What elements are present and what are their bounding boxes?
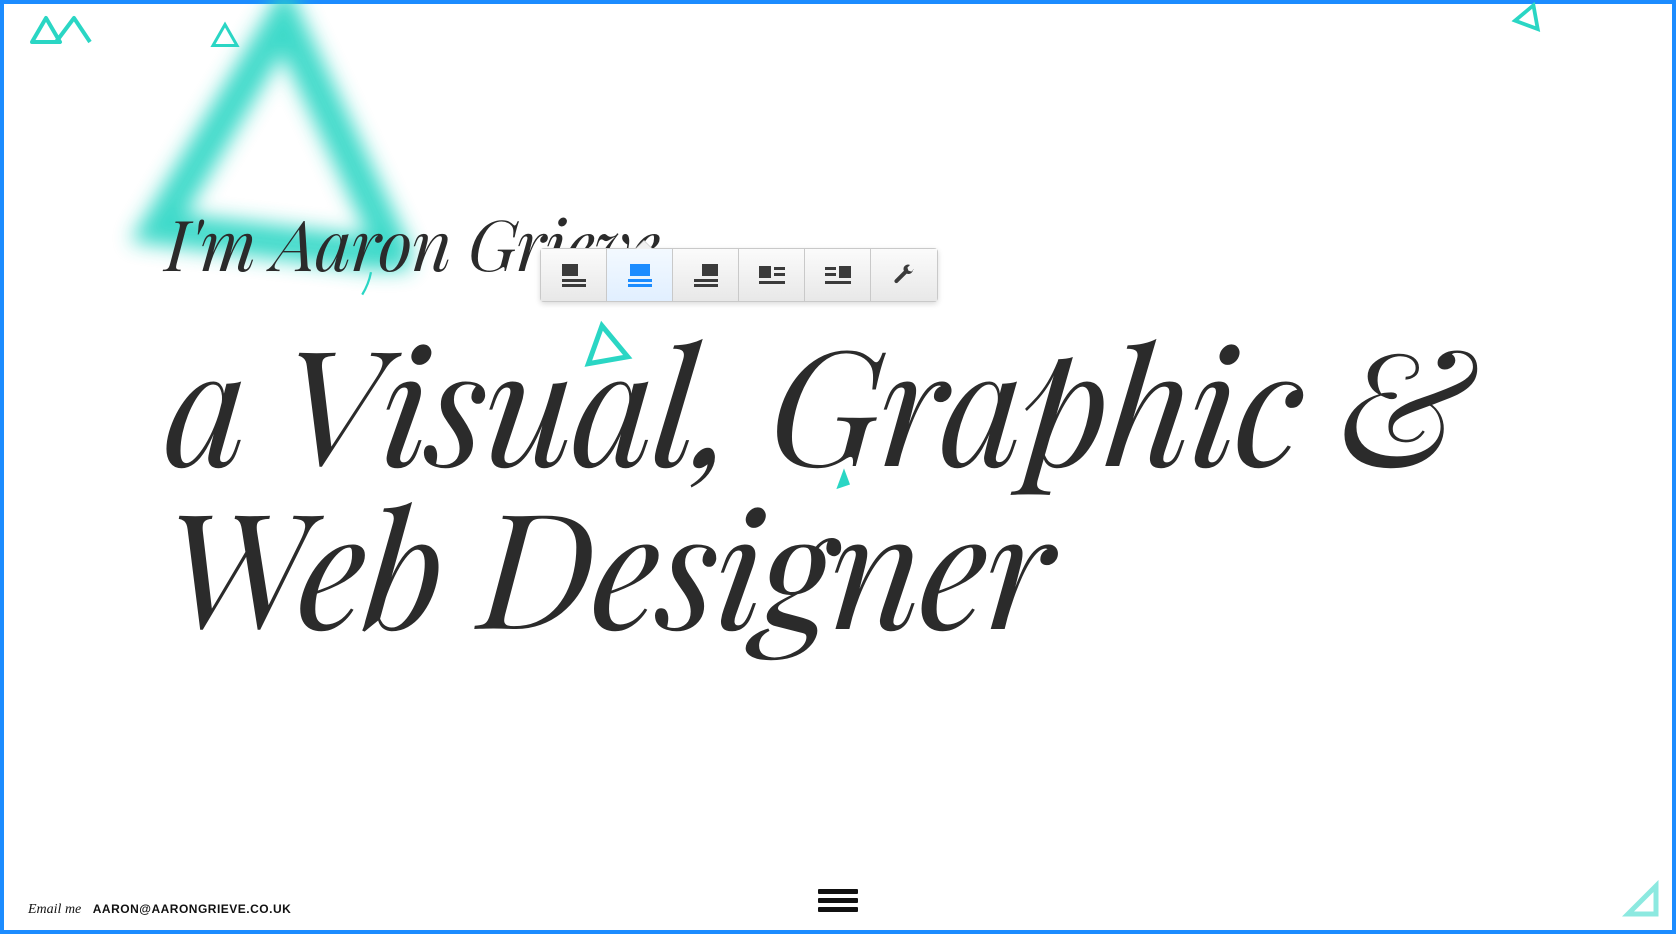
align-center-button[interactable]	[607, 249, 673, 301]
float-left-button[interactable]	[739, 249, 805, 301]
hamburger-icon	[818, 907, 858, 912]
wrench-icon	[892, 263, 916, 287]
site-logo[interactable]	[28, 12, 92, 51]
decorative-triangle-icon	[1622, 880, 1662, 920]
decorative-triangle-icon	[1510, 0, 1552, 42]
settings-button[interactable]	[871, 249, 937, 301]
float-right-icon	[823, 264, 853, 286]
image-align-toolbar	[540, 248, 938, 302]
align-right-button[interactable]	[673, 249, 739, 301]
align-left-icon	[560, 263, 588, 287]
hero-title: a Visual, Graphic & Web Designer	[165, 319, 1636, 645]
footer-email-label: Email me	[28, 902, 81, 917]
footer-email-address: AARON@AARONGRIEVE.CO.UK	[93, 902, 292, 916]
align-center-icon	[626, 263, 654, 287]
float-left-icon	[757, 264, 787, 286]
hamburger-icon	[818, 898, 858, 903]
float-right-button[interactable]	[805, 249, 871, 301]
align-right-icon	[692, 263, 720, 287]
align-left-button[interactable]	[541, 249, 607, 301]
decorative-triangle-icon	[210, 20, 240, 50]
hamburger-icon	[818, 889, 858, 894]
footer-email[interactable]: Email me AARON@AARONGRIEVE.CO.UK	[28, 902, 291, 918]
menu-button[interactable]	[808, 879, 868, 922]
